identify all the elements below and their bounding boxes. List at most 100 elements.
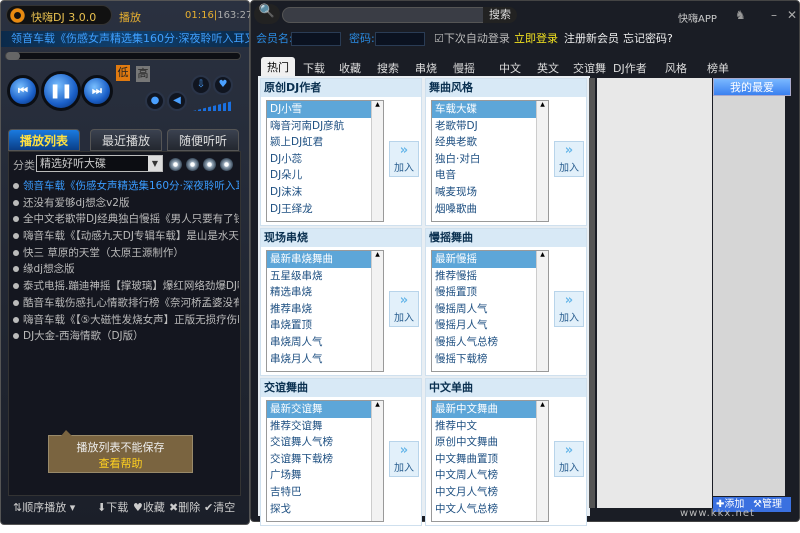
tab-11[interactable]: 榜单 xyxy=(707,60,729,76)
record-icon[interactable]: ● xyxy=(145,91,165,111)
list-item[interactable]: 颍上DJ虹君 xyxy=(267,134,371,151)
forgot-password-link[interactable]: 忘记密码? xyxy=(623,31,673,47)
add-button[interactable]: » 加入 xyxy=(389,441,419,477)
list-item[interactable]: 交谊舞下载榜 xyxy=(267,451,371,468)
scrollbar[interactable] xyxy=(589,78,595,508)
list-item[interactable]: 最新串烧舞曲 xyxy=(267,251,371,268)
list-item[interactable]: 慢摇月人气 xyxy=(432,317,536,334)
tab-1[interactable]: 下载 xyxy=(303,60,325,76)
list-item[interactable]: 最新交谊舞 xyxy=(267,401,371,418)
tab-8[interactable]: 交谊舞 xyxy=(573,60,606,76)
list-item[interactable]: 原创中文舞曲 xyxy=(432,434,536,451)
next-button[interactable]: ⏭ xyxy=(81,75,113,107)
song-item[interactable]: 领音车载《伤感女声精选集160分·深夜聆听入耳又 xyxy=(13,178,239,195)
list-item[interactable]: DJ小蕊 xyxy=(267,151,371,168)
list-item[interactable]: 推荐慢摇 xyxy=(432,268,536,285)
list-item[interactable]: 中文人气总榜 xyxy=(432,501,536,518)
song-item[interactable]: 缘dj想念版 xyxy=(13,261,239,278)
download-button[interactable]: ⬇下载 xyxy=(97,497,128,519)
list-item[interactable]: 广场舞 xyxy=(267,467,371,484)
list-item[interactable]: 慢摇人气总榜 xyxy=(432,334,536,351)
list-item[interactable]: 慢摇下载榜 xyxy=(432,351,536,368)
tab-6[interactable]: 中文 xyxy=(499,60,521,76)
list-item[interactable]: 串烧月人气 xyxy=(267,351,371,368)
minimize-button[interactable]: – xyxy=(771,8,777,22)
tab-2[interactable]: 收藏 xyxy=(339,60,361,76)
listbox-scrollbar[interactable]: ▲ xyxy=(536,101,548,221)
quality-low-button[interactable]: 低 xyxy=(116,65,130,81)
listbox-scrollbar[interactable]: ▲ xyxy=(371,251,383,371)
list-item[interactable]: 中文舞曲置顶 xyxy=(432,451,536,468)
list-item[interactable]: DJ沫沫 xyxy=(267,184,371,201)
list-item[interactable]: 串烧周人气 xyxy=(267,334,371,351)
login-button[interactable]: 立即登录 xyxy=(514,31,558,47)
song-item[interactable]: 酷音车载伤感扎心情歌排行榜《奈河桥孟婆没有碗- xyxy=(13,295,239,312)
song-item[interactable]: 泰式电摇.蹦迪神摇【撑玻璃】爆红网络劲爆DJ嗨碟 xyxy=(13,278,239,295)
song-item[interactable]: DJ大金-西海情歌（DJ版） xyxy=(13,328,239,345)
favorite-button[interactable]: ♥收藏 xyxy=(133,497,165,519)
list-item[interactable]: 推荐串烧 xyxy=(267,301,371,318)
tab-4[interactable]: 串烧 xyxy=(415,60,437,76)
password-input[interactable] xyxy=(375,32,425,46)
progress-knob[interactable] xyxy=(6,52,20,60)
song-item[interactable]: 全中文老歌带DJ经典独白慢摇《男人只要有了钱， xyxy=(13,211,239,228)
list-item[interactable]: 烟嗓歌曲 xyxy=(432,201,536,218)
list-item[interactable]: DJ王绎龙 xyxy=(267,201,371,218)
list-item[interactable]: 电音 xyxy=(432,167,536,184)
list-item[interactable]: 嗨音河南DJ彦航 xyxy=(267,118,371,135)
app-link[interactable]: 快嗨APP xyxy=(678,10,717,25)
tab-9[interactable]: DJ作者 xyxy=(613,60,647,76)
progress-bar[interactable] xyxy=(5,52,241,60)
favorites-header[interactable]: 我的最爱 xyxy=(713,78,791,96)
register-link[interactable]: 注册新会员 xyxy=(564,31,619,47)
tab-5[interactable]: 慢摇 xyxy=(453,60,475,76)
tab-7[interactable]: 英文 xyxy=(537,60,559,76)
song-item[interactable]: 还没有爱够dj想念v2版 xyxy=(13,195,239,212)
list-item[interactable]: 慢摇置顶 xyxy=(432,284,536,301)
list-item[interactable]: 老歌带DJ xyxy=(432,118,536,135)
listbox-scrollbar[interactable]: ▲ xyxy=(371,401,383,521)
auto-login-checkbox[interactable]: ☑下次自动登录 xyxy=(434,31,510,47)
listbox-scrollbar[interactable]: ▲ xyxy=(371,101,383,221)
search-button[interactable]: 搜索 xyxy=(483,7,517,23)
manage-favorite-button[interactable]: ⚒管理 xyxy=(753,497,782,512)
list-item[interactable]: 车载大碟 xyxy=(432,101,536,118)
trash-disc-icon[interactable] xyxy=(220,158,233,171)
add-button[interactable]: » 加入 xyxy=(554,141,584,177)
list-item[interactable]: 最新中文舞曲 xyxy=(432,401,536,418)
listbox-scrollbar[interactable]: ▲ xyxy=(536,251,548,371)
edit-disc-icon[interactable] xyxy=(186,158,199,171)
help-link[interactable]: 查看帮助 xyxy=(49,456,192,472)
tab-recent[interactable]: 最近播放 xyxy=(90,129,162,151)
heart-icon[interactable]: ♥ xyxy=(213,75,233,95)
add-button[interactable]: » 加入 xyxy=(389,291,419,327)
tab-random[interactable]: 随便听听 xyxy=(167,129,239,151)
pause-button[interactable]: ❚❚ xyxy=(41,71,81,111)
download-icon[interactable]: ⇩ xyxy=(191,75,211,95)
search-input[interactable] xyxy=(282,7,515,23)
add-button[interactable]: » 加入 xyxy=(389,141,419,177)
add-disc-icon[interactable] xyxy=(169,158,182,171)
tab-3[interactable]: 搜索 xyxy=(377,60,399,76)
clear-button[interactable]: ✔清空 xyxy=(204,497,235,519)
tab-playlist[interactable]: 播放列表 xyxy=(8,129,80,151)
list-item[interactable]: 独白·对白 xyxy=(432,151,536,168)
list-item[interactable]: 慢摇周人气 xyxy=(432,301,536,318)
category-select[interactable]: 精选好听大碟 ▼ xyxy=(36,155,163,172)
android-icon[interactable]: ♞ xyxy=(735,8,746,22)
previous-button[interactable]: ⏮ xyxy=(7,75,39,107)
song-item[interactable]: 嗨音车载《【⑤大磁性发烧女声】正版无损疗伤HIF xyxy=(13,312,239,329)
close-button[interactable]: ✕ xyxy=(787,8,797,22)
list-item[interactable]: DJ小雪 xyxy=(267,101,371,118)
song-item[interactable]: 嗨音车载《【动感九天DJ专辑车载】是山是水天边 xyxy=(13,228,239,245)
volume-slider[interactable] xyxy=(193,101,233,111)
list-item[interactable]: DJ朵儿 xyxy=(267,167,371,184)
list-item[interactable]: 五星级串烧 xyxy=(267,268,371,285)
list-item[interactable]: 最新慢摇 xyxy=(432,251,536,268)
username-input[interactable] xyxy=(291,32,341,46)
list-item[interactable]: 中文月人气榜 xyxy=(432,484,536,501)
list-item[interactable]: 推荐交谊舞 xyxy=(267,418,371,435)
remove-disc-icon[interactable] xyxy=(203,158,216,171)
add-button[interactable]: » 加入 xyxy=(554,291,584,327)
list-item[interactable]: 探戈 xyxy=(267,501,371,518)
